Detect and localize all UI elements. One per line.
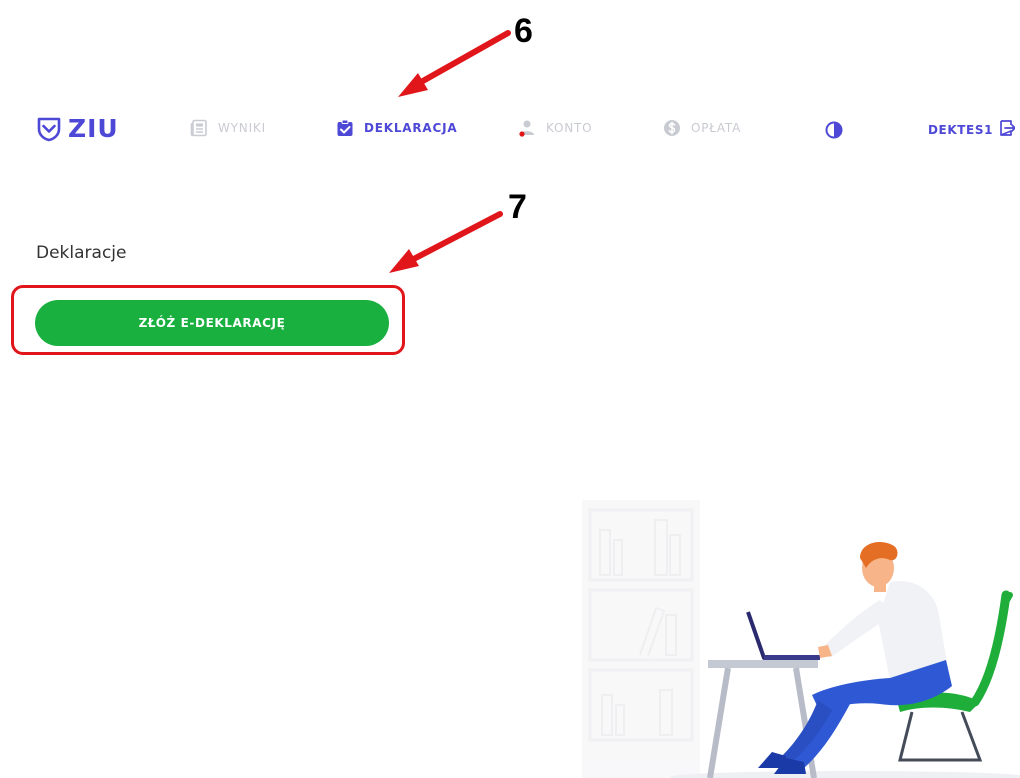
annotation-step-6: 6 (514, 12, 533, 50)
dollar-coin-icon (663, 119, 681, 137)
nav-label-deklaracja: DEKLARACJA (364, 121, 458, 135)
user-icon (518, 119, 536, 137)
user-logout-link[interactable]: DEKTES1 (928, 119, 1016, 140)
annotation-arrow-7 (389, 211, 503, 273)
nav-item-konto[interactable]: KONTO (518, 119, 592, 137)
annotation-step-7: 7 (508, 188, 527, 226)
shield-check-icon (36, 116, 62, 142)
newspaper-icon (190, 119, 208, 137)
submit-e-declaration-button[interactable]: ZŁÓŻ E-DEKLARACJĘ (35, 300, 389, 346)
logo-link[interactable]: ZIU (36, 114, 119, 143)
annotation-arrow-6 (398, 30, 511, 97)
person-at-laptop-illustration (582, 500, 1020, 778)
page-title: Deklaracje (36, 243, 127, 263)
nav-item-oplata[interactable]: OPŁATA (663, 119, 741, 137)
username: DEKTES1 (928, 122, 994, 137)
nav-label-oplata: OPŁATA (691, 121, 742, 135)
nav-item-deklaracja[interactable]: DEKLARACJA (336, 119, 457, 137)
nav-label-konto: KONTO (546, 121, 593, 135)
top-navbar: ZIU WYNIKI DEKLARACJA KONTO OPŁATA DEKTE… (0, 104, 1020, 156)
nav-item-wyniki[interactable]: WYNIKI (190, 119, 266, 137)
contrast-icon[interactable] (825, 121, 843, 139)
page: 6 7 ZIU WYNIKI DEKLARACJA KONTO OPŁATA D… (0, 0, 1020, 778)
logout-icon (999, 119, 1016, 140)
logo-text: ZIU (68, 114, 119, 143)
clipboard-check-icon (336, 119, 354, 137)
nav-label-wyniki: WYNIKI (218, 121, 266, 135)
